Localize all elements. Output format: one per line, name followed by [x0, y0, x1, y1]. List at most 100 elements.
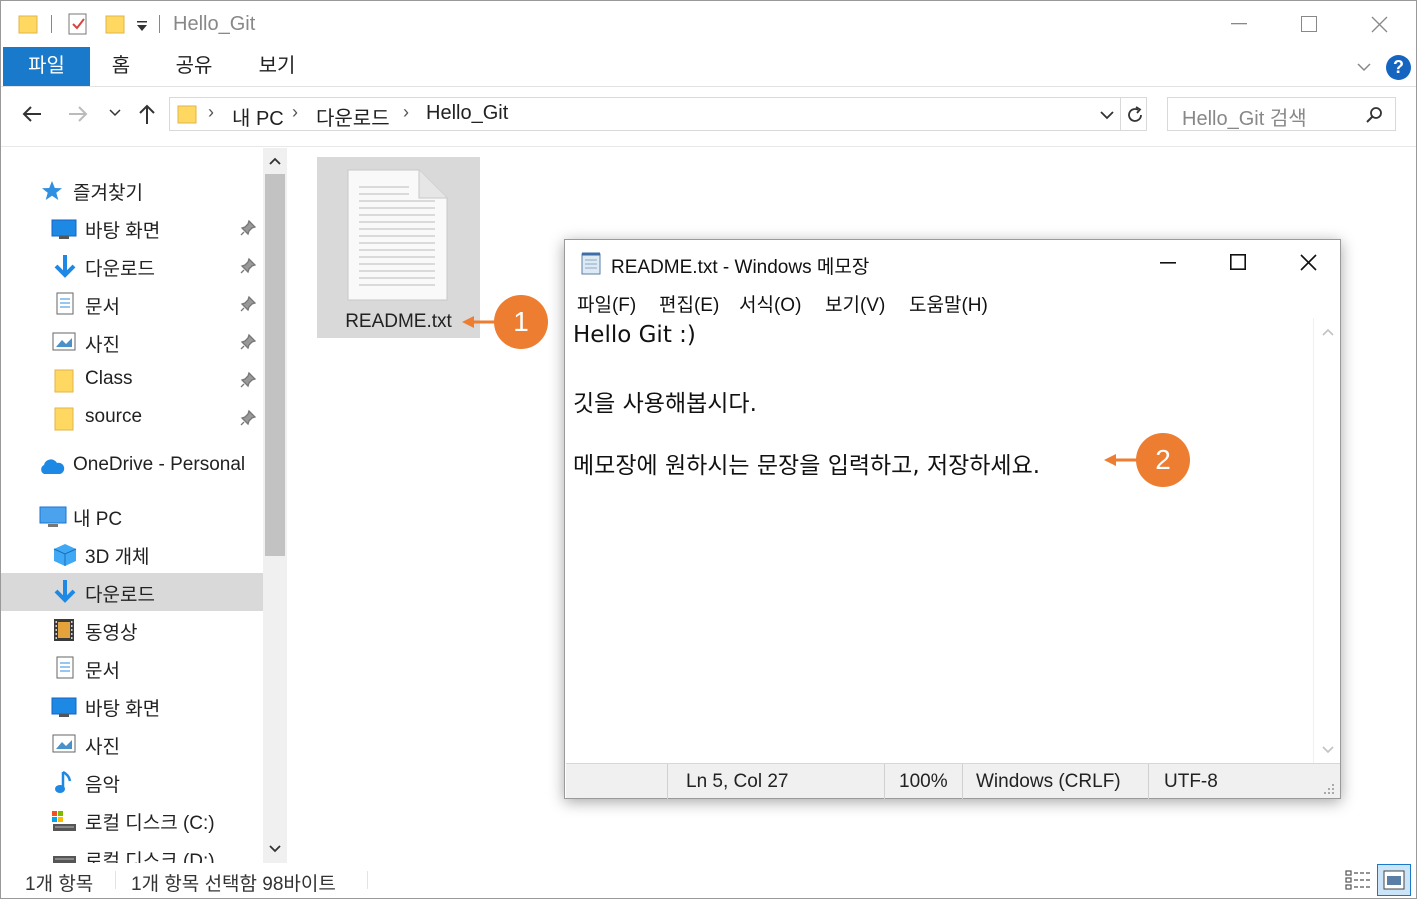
notepad-scrollbar[interactable] — [1313, 318, 1340, 763]
sidebar-item-label: 바탕 화면 — [85, 699, 161, 720]
help-button[interactable]: ? — [1386, 55, 1411, 80]
pin-icon[interactable] — [239, 371, 257, 389]
scroll-down-icon[interactable] — [1322, 746, 1334, 754]
sidebar-item-label: 로컬 디스크 (C:) — [85, 813, 215, 834]
tab-home[interactable]: 홈 — [98, 47, 144, 86]
callout-arrow-2 — [1104, 454, 1140, 466]
breadcrumb-this-pc[interactable]: 내 PC — [232, 102, 284, 131]
pin-icon[interactable] — [239, 257, 257, 275]
sidebar-item-this-pc[interactable]: 내 PC — [1, 497, 263, 535]
sidebar-item-local-disk-c[interactable]: 로컬 디스크 (C:) — [1, 801, 263, 839]
sidebar-item-videos[interactable]: 동영상 — [1, 611, 263, 649]
sidebar-item-onedrive[interactable]: OneDrive - Personal — [1, 447, 263, 485]
file-item-readme[interactable]: README.txt — [317, 157, 480, 338]
pin-icon[interactable] — [239, 409, 257, 427]
music-icon — [55, 770, 72, 793]
callout-arrow-1 — [462, 316, 498, 328]
search-box[interactable]: Hello_Git 검색 — [1167, 97, 1396, 131]
pin-icon[interactable] — [239, 333, 257, 351]
sidebar-item-downloads[interactable]: 다운로드 — [1, 247, 263, 285]
notepad-maximize-button[interactable] — [1202, 240, 1272, 285]
sidebar-item-label: 문서 — [85, 297, 120, 318]
scroll-up-icon[interactable] — [1322, 328, 1334, 336]
separator — [884, 764, 885, 799]
maximize-icon — [1301, 16, 1317, 32]
folder-icon[interactable] — [17, 13, 39, 35]
refresh-icon[interactable] — [1126, 105, 1144, 125]
up-arrow-icon[interactable] — [137, 103, 157, 125]
maximize-button[interactable] — [1274, 1, 1344, 47]
scroll-down-icon[interactable] — [269, 845, 281, 853]
large-icons-view-button[interactable] — [1377, 864, 1411, 896]
resize-grip-icon[interactable] — [1322, 782, 1336, 796]
sidebar-item-desktop[interactable]: 바탕 화면 — [1, 209, 263, 247]
forward-arrow-icon[interactable] — [67, 105, 89, 123]
sidebar-item-pictures[interactable]: 사진 — [1, 323, 263, 361]
notepad-minimize-button[interactable] — [1132, 240, 1202, 285]
address-bar[interactable]: › 내 PC › 다운로드 › Hello_Git — [169, 97, 1147, 131]
back-arrow-icon[interactable] — [21, 105, 43, 123]
drive-icon — [53, 856, 76, 863]
download-icon — [54, 255, 76, 278]
menu-help[interactable]: 도움말(H) — [909, 290, 988, 317]
sidebar-item-label: 다운로드 — [85, 259, 155, 280]
breadcrumb-separator[interactable]: › — [208, 102, 214, 123]
customize-quick-access-icon[interactable] — [135, 19, 149, 33]
sidebar-item-3d-objects[interactable]: 3D 개체 — [1, 535, 263, 573]
sidebar-item-pictures-pc[interactable]: 사진 — [1, 725, 263, 763]
cube-icon — [53, 544, 77, 566]
tab-view[interactable]: 보기 — [246, 47, 308, 86]
notepad-text-area[interactable]: Hello Git :) 깃을 사용해봅시다. 메모장에 원하시는 문장을 입력… — [566, 318, 1313, 763]
breadcrumb-separator[interactable]: › — [292, 102, 298, 123]
window-title: Hello_Git — [173, 13, 256, 35]
new-folder-icon[interactable] — [104, 13, 126, 35]
sidebar-item-source[interactable]: source — [1, 399, 263, 437]
expand-ribbon-icon[interactable] — [1357, 62, 1371, 72]
search-icon[interactable] — [1365, 106, 1383, 124]
pin-icon[interactable] — [239, 219, 257, 237]
separator — [367, 871, 368, 889]
properties-icon[interactable] — [67, 12, 89, 36]
notepad-status-bar: Ln 5, Col 27 100% Windows (CRLF) UTF-8 — [566, 763, 1340, 799]
breadcrumb-downloads[interactable]: 다운로드 — [316, 102, 390, 131]
details-view-icon[interactable] — [1345, 869, 1373, 891]
recent-locations-icon[interactable] — [109, 109, 121, 117]
sidebar-item-documents-pc[interactable]: 문서 — [1, 649, 263, 687]
sidebar-item-label: 3D 개체 — [85, 547, 150, 568]
video-icon — [54, 619, 74, 641]
large-icons-view-icon — [1383, 870, 1405, 890]
sidebar-item-class[interactable]: Class — [1, 361, 263, 399]
separator — [667, 764, 668, 799]
sidebar-item-quick-access[interactable]: 즐겨찾기 — [1, 171, 263, 209]
notepad-title: README.txt - Windows 메모장 — [611, 257, 870, 278]
scroll-up-icon[interactable] — [269, 157, 281, 165]
maximize-icon — [1230, 254, 1246, 270]
sidebar-item-downloads-selected[interactable]: 다운로드 — [1, 573, 263, 611]
tab-share[interactable]: 공유 — [163, 47, 225, 86]
notepad-icon — [581, 252, 601, 275]
breadcrumb-hello-git[interactable]: Hello_Git — [426, 102, 508, 125]
desktop-icon — [51, 697, 77, 717]
address-dropdown-icon[interactable] — [1100, 110, 1114, 120]
menu-file[interactable]: 파일(F) — [577, 290, 636, 317]
sidebar-item-local-disk-d[interactable]: 로컬 디스크 (D:) — [1, 839, 263, 863]
search-input[interactable]: Hello_Git 검색 — [1182, 102, 1307, 131]
close-button[interactable] — [1344, 1, 1414, 47]
text-line-1: Hello Git :) — [573, 322, 696, 348]
notepad-close-button[interactable] — [1272, 240, 1340, 285]
menu-edit[interactable]: 편집(E) — [659, 290, 719, 317]
star-icon — [42, 181, 62, 200]
pin-icon[interactable] — [239, 295, 257, 313]
tab-file[interactable]: 파일 — [3, 47, 90, 86]
callout-badge-1: 1 — [494, 295, 548, 349]
menu-view[interactable]: 보기(V) — [825, 290, 885, 317]
sidebar-item-music[interactable]: 음악 — [1, 763, 263, 801]
breadcrumb-separator[interactable]: › — [403, 102, 409, 123]
document-icon — [56, 656, 74, 679]
sidebar-item-desktop-pc[interactable]: 바탕 화면 — [1, 687, 263, 725]
sidebar-scroll-thumb[interactable] — [265, 174, 285, 556]
menu-format[interactable]: 서식(O) — [739, 290, 801, 317]
cursor-position: Ln 5, Col 27 — [686, 771, 789, 792]
minimize-button[interactable] — [1204, 1, 1274, 47]
sidebar-item-documents[interactable]: 문서 — [1, 285, 263, 323]
